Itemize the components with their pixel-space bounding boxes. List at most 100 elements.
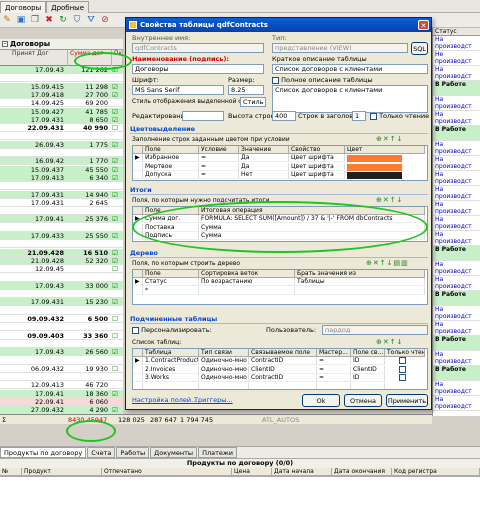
table-row[interactable]: 17.09.431 14 940 ☑ [0, 190, 123, 199]
row-check[interactable]: ☐ [112, 124, 122, 132]
status-header[interactable]: Статус [433, 28, 480, 36]
row-check[interactable]: ☑ [112, 108, 122, 116]
readonly-row-checkbox[interactable] [399, 357, 406, 364]
table-col-header[interactable]: Связываемое поле [249, 349, 317, 357]
filter-edit-icon[interactable]: ⛛ [85, 14, 97, 26]
table-cell[interactable]: = [317, 374, 351, 382]
table-row[interactable]: 22.09.41 6 060 [0, 398, 123, 406]
table-cell[interactable]: = [317, 357, 351, 365]
table-cell[interactable]: 3.Works [143, 374, 199, 382]
table-row[interactable]: 17.09.418 27 700 ☑ [0, 90, 123, 99]
row-check[interactable]: ☑ [112, 348, 122, 356]
cancel-button[interactable]: Отмена [344, 394, 382, 407]
detail-col-header[interactable]: Дата начала [272, 468, 332, 476]
user-select[interactable]: пардод [322, 325, 428, 335]
row-check[interactable]: ☑ [112, 141, 122, 149]
short-desc-field[interactable]: Список договоров с клиентами [272, 64, 428, 74]
table-row[interactable]: 17.09.431 2 645 [0, 198, 123, 207]
detail-col-header[interactable]: Цена [232, 468, 272, 476]
table-cell[interactable] [317, 382, 351, 389]
table-cell[interactable]: Мертвое [143, 162, 199, 171]
dialog-close-icon[interactable]: ✕ [418, 20, 429, 30]
row-check[interactable]: ☑ [112, 232, 122, 240]
color-swatch[interactable] [347, 155, 402, 162]
copy-icon[interactable]: ❐ [29, 14, 41, 26]
table-col-header[interactable]: Поле [143, 270, 199, 278]
table-row[interactable] [0, 240, 123, 249]
table-row[interactable] [0, 373, 123, 382]
readonly-row-checkbox[interactable] [399, 374, 406, 381]
detail-tab[interactable]: Платежи [198, 447, 237, 458]
table-row[interactable] [0, 182, 123, 191]
table-cell[interactable]: * [143, 286, 199, 295]
table-cell[interactable] [249, 382, 317, 389]
table-row[interactable]: 27.09.432 4 290 ☑ [0, 406, 123, 414]
size-select[interactable]: 8.25 [228, 85, 264, 95]
table-cell[interactable]: Избранное [143, 154, 199, 162]
table-row[interactable] [0, 132, 123, 141]
row-check[interactable]: ☑ [112, 249, 122, 257]
row-check[interactable]: ☐ [112, 365, 122, 373]
table-row[interactable]: 16.09.42 1 770 ☑ [0, 157, 123, 166]
table-row[interactable]: 17.09.41 25 376 ☑ [0, 215, 123, 224]
row-check[interactable]: ☑ [112, 157, 122, 165]
table-row[interactable]: 06.09.432 19 930 ☐ [0, 364, 123, 373]
refresh-icon[interactable]: ↻ [57, 14, 69, 26]
row-check[interactable]: ☑ [112, 83, 122, 91]
table-cell[interactable]: 2.Invoices [143, 365, 199, 374]
row-check[interactable]: ☑ [112, 166, 122, 174]
table-row[interactable] [0, 223, 123, 232]
filter-icon[interactable]: ⛉ [71, 14, 83, 26]
apply-button[interactable]: Применить [386, 394, 428, 407]
row-check[interactable]: ☑ [112, 91, 122, 99]
table-cell[interactable]: Да [239, 154, 289, 162]
table-row[interactable]: 12.09.413 46 720 [0, 381, 123, 390]
row-check[interactable]: ☐ [112, 265, 122, 273]
table-row[interactable]: 22.09.431 40 990 ☐ [0, 124, 123, 133]
detail-col-header[interactable]: Код регистра [392, 468, 480, 476]
table-col-header[interactable]: Тип связи [199, 349, 249, 357]
row-check[interactable]: ☑ [112, 390, 122, 398]
detail-tab[interactable]: Работы [116, 447, 150, 458]
table-row[interactable]: 17.09.43 33 000 ☑ [0, 281, 123, 290]
tab-fractions[interactable]: Дробные [46, 1, 90, 13]
table-cell[interactable]: Одиночно-мно [199, 357, 249, 365]
row-check[interactable]: ☐ [112, 332, 122, 340]
table-row[interactable]: 15.09.415 11 298 ☑ [0, 82, 123, 91]
readonly-checkbox[interactable] [370, 112, 377, 120]
detail-tab[interactable]: Документы [150, 447, 198, 458]
table-cell[interactable]: = [199, 162, 239, 171]
edit-select[interactable] [182, 111, 224, 121]
display-name-field[interactable]: Договоры [132, 64, 264, 74]
full-desc-field[interactable]: Список договоров с клиентами [272, 85, 428, 113]
delete-icon[interactable]: ✖ [43, 14, 55, 26]
table-cell[interactable]: ContractID [249, 357, 317, 365]
table-cell[interactable] [199, 286, 295, 295]
table-cell[interactable]: Допуска [143, 171, 199, 179]
row-check[interactable]: ☑ [112, 298, 122, 306]
table-cell[interactable]: = [199, 154, 239, 162]
table-row[interactable] [0, 74, 123, 83]
table-row[interactable] [0, 356, 123, 365]
color-swatch[interactable] [347, 163, 402, 171]
table-cell[interactable]: ID [351, 374, 385, 382]
detail-tab[interactable]: Продукты по договору [0, 447, 87, 458]
table-row[interactable]: 12.09.45 ☐ [0, 265, 123, 274]
tree-tools[interactable]: ⊕✕↑↓▤▥ [366, 259, 409, 267]
table-cell[interactable]: 1.ContractProducts [143, 357, 199, 365]
detail-col-header[interactable]: Продукт [22, 468, 102, 476]
table-row[interactable]: 17.09.431 15 230 ☑ [0, 298, 123, 307]
table-row[interactable]: 17.09.41 18 360 ☑ [0, 389, 123, 398]
table-cell[interactable]: Таблицы [295, 278, 425, 286]
table-cell[interactable]: ClientID [351, 365, 385, 374]
table-cell[interactable] [295, 286, 425, 295]
table-row[interactable]: 26.09.43 1 775 ☑ [0, 140, 123, 149]
table-col-header[interactable]: Мастер... [317, 349, 351, 357]
table-row[interactable] [0, 149, 123, 157]
table-cell[interactable]: Цвет шрифта [289, 154, 345, 162]
table-row[interactable]: 17.09.431 8 650 ☑ [0, 115, 123, 124]
table-cell[interactable]: Одиночно-мно [199, 374, 249, 382]
color-swatch[interactable] [347, 172, 402, 179]
field-settings-link[interactable]: Настройка полей... [132, 396, 197, 404]
table-col-header[interactable]: Сортировка веток [199, 270, 295, 278]
